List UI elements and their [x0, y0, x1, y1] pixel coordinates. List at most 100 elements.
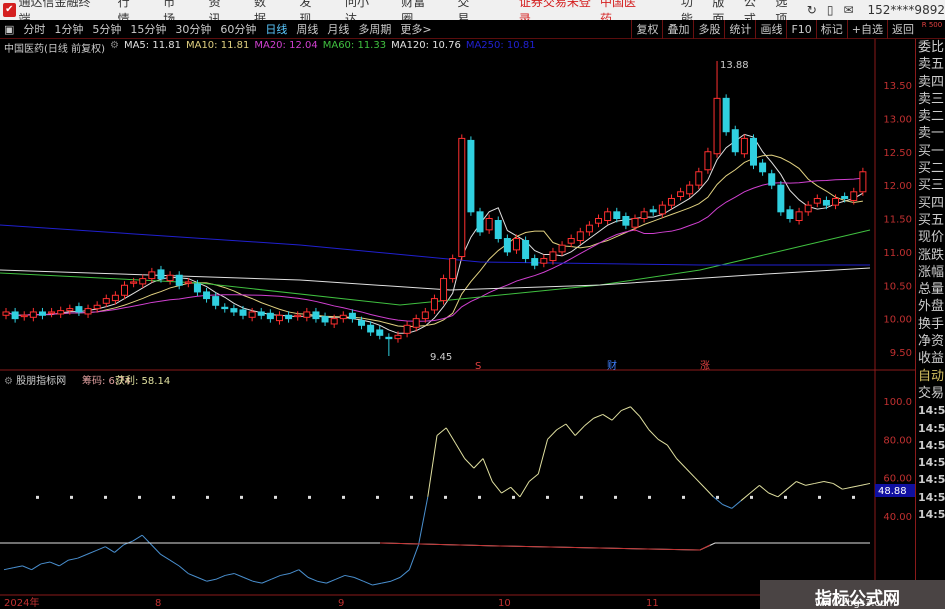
candle: [458, 134, 466, 261]
threshold-dot: [682, 495, 685, 499]
date-label: 10: [498, 598, 511, 609]
candle: [576, 227, 584, 245]
threshold-dot: [104, 495, 107, 499]
price-tick: 13.00: [883, 114, 912, 125]
indicator-tick: 100.0: [883, 397, 912, 408]
indicator-line: [832, 483, 843, 490]
candle: [640, 207, 648, 223]
indicator-line: [206, 578, 216, 582]
ma120-line: [0, 267, 871, 291]
price-tick: 12.00: [883, 181, 912, 192]
side-label[interactable]: 卖一: [916, 125, 945, 142]
price-tick: 11.00: [883, 248, 912, 259]
candle: [749, 134, 757, 170]
candle: [2, 307, 10, 320]
candle: [476, 207, 484, 236]
price-tick: 13.50: [883, 81, 912, 92]
side-label[interactable]: 外盘: [916, 298, 945, 315]
date-label: 11: [646, 598, 659, 609]
side-label[interactable]: 卖五: [916, 56, 945, 73]
side-label[interactable]: 买二: [916, 160, 945, 177]
indicator-line: [436, 427, 447, 436]
indicator-line: [234, 573, 244, 578]
side-label[interactable]: 14:56: [916, 506, 945, 523]
side-label[interactable]: 涨幅: [916, 264, 945, 281]
threshold-dot: [376, 495, 379, 499]
side-label[interactable]: 14:56: [916, 402, 945, 419]
candle: [203, 287, 211, 303]
candle: [321, 312, 329, 326]
side-label[interactable]: 交易: [916, 385, 945, 402]
side-label[interactable]: 现价: [916, 229, 945, 246]
indicator-line: [289, 569, 300, 574]
side-label[interactable]: 14:56: [916, 489, 945, 506]
indicator-tick: 60.00: [883, 474, 912, 485]
candle: [376, 325, 384, 340]
side-label[interactable]: 涨跌: [916, 247, 945, 264]
date-label: 8: [155, 598, 161, 609]
side-label[interactable]: 自动: [916, 368, 945, 385]
side-label[interactable]: 换手: [916, 316, 945, 333]
side-label[interactable]: 买一: [916, 143, 945, 160]
side-label[interactable]: 卖三: [916, 91, 945, 108]
indicator-line: [317, 580, 327, 584]
candle: [567, 234, 575, 248]
price-tick: 10.50: [883, 281, 912, 292]
side-label[interactable]: 总量: [916, 281, 945, 298]
side-label[interactable]: 卖二: [916, 108, 945, 125]
chip-line-red: [379, 542, 711, 551]
side-label[interactable]: 收益: [916, 350, 945, 367]
indicator-line: [252, 580, 263, 584]
side-label[interactable]: 14:56: [916, 437, 945, 454]
side-label[interactable]: 14:56: [916, 471, 945, 488]
threshold-dot: [444, 495, 447, 499]
side-label[interactable]: 净资: [916, 333, 945, 350]
candle: [230, 304, 238, 316]
indicator-line: [851, 484, 861, 488]
side-label[interactable]: 买四: [916, 195, 945, 212]
side-label[interactable]: 14:56: [916, 454, 945, 471]
indicator-line: [188, 573, 198, 578]
indicator-line: [270, 574, 281, 580]
chart-canvas[interactable]: 13.50 13.00 12.50 12.00 11.50 11.00 10.50 10.00…: [0, 0, 945, 609]
candle: [531, 254, 539, 270]
indicator-line: [59, 559, 69, 567]
indicator-line: [132, 534, 143, 542]
indicator-line: [823, 481, 834, 484]
indicator-line: [611, 410, 622, 421]
watermark-url: www.zbgs3.com: [815, 598, 896, 609]
candle: [440, 274, 448, 305]
indicator-line: [22, 565, 32, 571]
indicator-line: [657, 438, 668, 446]
indicator-line: [243, 576, 253, 582]
side-label[interactable]: 委比: [916, 39, 945, 56]
ma250-line: [0, 224, 870, 266]
candle: [239, 305, 247, 320]
indicator-tick: 80.00: [883, 435, 912, 446]
candle: [266, 309, 274, 323]
threshold-dot: [308, 495, 311, 499]
quote-side-panel: 委比 卖五 卖四 卖三 卖二 卖一 买一 买二 买三 买四 买五 现价 涨跌 涨幅 总量 外盘 换手 净资 收益 自动…: [915, 39, 945, 609]
marker-rise[interactable]: 涨: [700, 360, 710, 372]
price-tick: 11.50: [883, 215, 912, 226]
side-label[interactable]: 买三: [916, 177, 945, 194]
date-label: 9: [338, 598, 344, 609]
marker-finance[interactable]: 财: [607, 359, 617, 372]
high-annotation: 13.88: [720, 60, 749, 71]
side-label[interactable]: 卖四: [916, 74, 945, 91]
candle: [503, 234, 511, 256]
indicator-line: [768, 492, 779, 498]
indicator-line: [547, 429, 558, 440]
candle: [221, 303, 229, 313]
candle: [57, 306, 65, 318]
indicator-line: [372, 582, 382, 586]
indicator-line: [740, 492, 751, 502]
threshold-dot: [512, 495, 515, 499]
indicator-line: [501, 486, 511, 494]
indicator-line: [759, 484, 769, 494]
side-label[interactable]: 14:56: [916, 420, 945, 437]
marker-s[interactable]: S: [475, 361, 481, 372]
side-label[interactable]: 买五: [916, 212, 945, 229]
indicator-line: [160, 553, 171, 561]
threshold-dot: [546, 495, 549, 499]
